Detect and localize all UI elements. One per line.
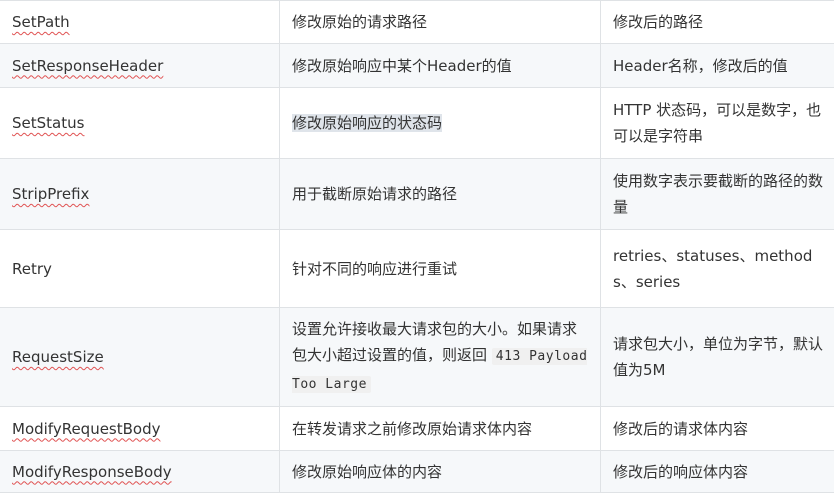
table-row: StripPrefix 用于截断原始请求的路径 使用数字表示要截断的路径的数量 (0, 158, 834, 230)
table-row: SetResponseHeader 修改原始响应中某个Header的值 Head… (0, 43, 834, 88)
filter-name-cell: RequestSize (0, 307, 280, 407)
filter-param-cell: 使用数字表示要截断的路径的数量 (600, 158, 834, 230)
filter-name: Retry (12, 259, 52, 278)
table-row: ModifyResponseBody 修改原始响应体的内容 修改后的响应体内容 (0, 450, 834, 493)
filter-name-cell: SetResponseHeader (0, 43, 280, 88)
table-row: SetStatus 修改原始响应的状态码 HTTP 状态码，可以是数字，也可以是… (0, 87, 834, 159)
filter-description: 用于截断原始请求的路径 (292, 185, 458, 203)
filter-description: 在转发请求之前修改原始请求体内容 (292, 419, 533, 438)
table-row: RequestSize 设置允许接收最大请求包的大小。如果请求包大小超过设置的值… (0, 307, 834, 407)
filter-description: 修改原始响应的状态码 (292, 114, 443, 132)
filter-description-cell: 修改原始响应体的内容 (279, 450, 601, 493)
filter-name-cell: ModifyRequestBody (0, 406, 280, 451)
filter-param-cell: 请求包大小，单位为字节，默认值为5M (600, 307, 834, 407)
filter-description: 修改原始的请求路径 (292, 13, 428, 31)
filter-param-cell: Header名称，修改后的值 (600, 43, 834, 88)
filter-name: SetPath (12, 13, 70, 31)
filter-description: 针对不同的响应进行重试 (292, 259, 458, 278)
filter-param: retries、statuses、methods、series (613, 246, 813, 291)
filter-description-cell: 针对不同的响应进行重试 (279, 229, 601, 308)
filter-param-cell: 修改后的请求体内容 (600, 406, 834, 451)
filter-param: 请求包大小，单位为字节，默认值为5M (613, 335, 824, 379)
filter-description-cell: 修改原始的请求路径 (279, 0, 601, 44)
filter-param: HTTP 状态码，可以是数字，也可以是字符串 (613, 101, 822, 145)
filter-name: ModifyResponseBody (12, 462, 172, 481)
filter-name: RequestSize (12, 348, 104, 366)
filter-table: SetPath 修改原始的请求路径 修改后的路径 SetResponseHead… (0, 0, 834, 493)
filter-description-cell: 用于截断原始请求的路径 (279, 158, 601, 230)
filter-name-cell: SetStatus (0, 87, 280, 159)
filter-name: StripPrefix (12, 185, 90, 203)
filter-description-cell: 在转发请求之前修改原始请求体内容 (279, 406, 601, 451)
filter-name: SetStatus (12, 114, 85, 132)
table-row: ModifyRequestBody 在转发请求之前修改原始请求体内容 修改后的请… (0, 406, 834, 451)
filter-param: 使用数字表示要截断的路径的数量 (613, 172, 824, 216)
filter-param: 修改后的路径 (613, 13, 704, 31)
filter-param: 修改后的请求体内容 (613, 419, 749, 438)
filter-param: Header名称，修改后的值 (613, 56, 788, 75)
filter-param: 修改后的响应体内容 (613, 462, 749, 481)
filter-description: 修改原始响应中某个Header的值 (292, 56, 512, 75)
filter-param-cell: retries、statuses、methods、series (600, 229, 834, 308)
filter-name-cell: StripPrefix (0, 158, 280, 230)
filter-name: ModifyRequestBody (12, 419, 161, 438)
filter-param-cell: HTTP 状态码，可以是数字，也可以是字符串 (600, 87, 834, 159)
filter-param-cell: 修改后的路径 (600, 0, 834, 44)
filter-param-cell: 修改后的响应体内容 (600, 450, 834, 493)
filter-description-cell: 修改原始响应的状态码 (279, 87, 601, 159)
filter-name-cell: ModifyResponseBody (0, 450, 280, 493)
filter-name: SetResponseHeader (12, 56, 164, 75)
filter-name-cell: SetPath (0, 0, 280, 44)
filter-name-cell: Retry (0, 229, 280, 308)
table-row: Retry 针对不同的响应进行重试 retries、statuses、metho… (0, 229, 834, 308)
table-row: SetPath 修改原始的请求路径 修改后的路径 (0, 0, 834, 44)
filter-description: 修改原始响应体的内容 (292, 462, 443, 481)
filter-description-cell: 设置允许接收最大请求包的大小。如果请求包大小超过设置的值，则返回 413 Pay… (279, 307, 601, 407)
filter-description-cell: 修改原始响应中某个Header的值 (279, 43, 601, 88)
